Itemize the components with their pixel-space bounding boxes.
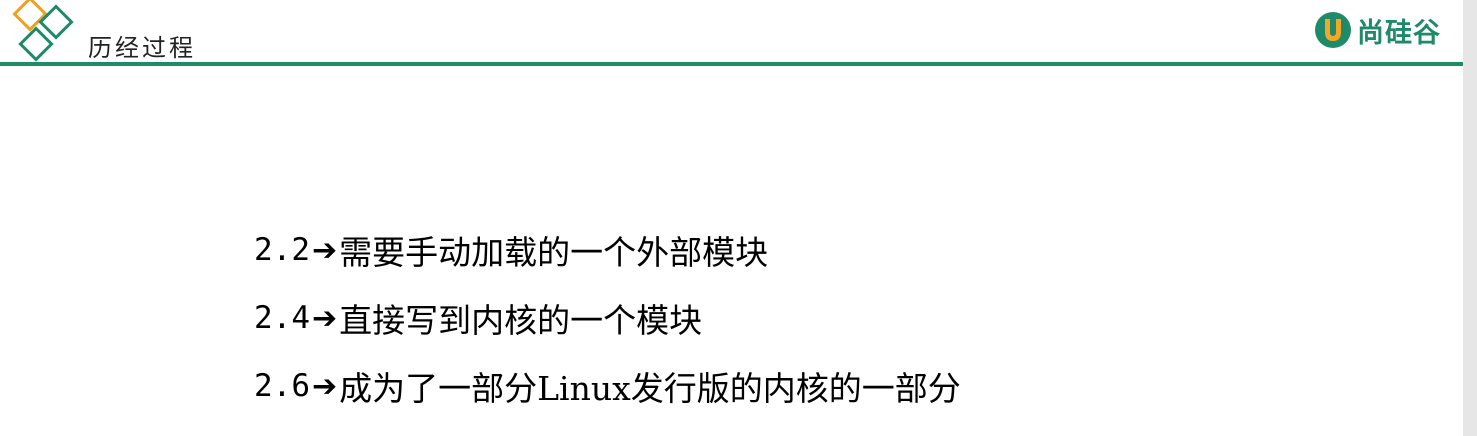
version-number: 2.2 [254, 232, 310, 268]
header-divider [0, 62, 1463, 66]
u-shield-icon [1315, 12, 1351, 48]
arrow-right-icon: ➔ [312, 300, 338, 336]
arrow-right-icon: ➔ [312, 368, 338, 404]
window-edge [1463, 0, 1477, 436]
list-item: 2.4 ➔ 直接写到内核的一个模块 [254, 294, 961, 342]
item-description: 直接写到内核的一个模块 [339, 301, 703, 340]
list-item: 2.2 ➔ 需要手动加载的一个外部模块 [254, 226, 961, 274]
page-title: 历经过程 [88, 34, 196, 62]
slide: 历经过程 尚硅谷 2.2 ➔ 需要手动加载的一个外部模块 2.4 ➔ 直接写到内… [0, 0, 1477, 436]
brand-name: 尚硅谷 [1357, 17, 1441, 49]
item-description: 成为了一部分Linux发行版的内核的一部分 [339, 369, 961, 408]
version-number: 2.4 [254, 300, 310, 336]
diamond-icon [12, 0, 74, 62]
version-history-list: 2.2 ➔ 需要手动加载的一个外部模块 2.4 ➔ 直接写到内核的一个模块 2.… [254, 226, 961, 430]
item-description: 需要手动加载的一个外部模块 [339, 233, 769, 272]
arrow-right-icon: ➔ [312, 232, 338, 268]
version-number: 2.6 [254, 368, 310, 404]
list-item: 2.6 ➔ 成为了一部分Linux发行版的内核的一部分 [254, 362, 961, 410]
brand-logo: 尚硅谷 [1313, 10, 1441, 50]
